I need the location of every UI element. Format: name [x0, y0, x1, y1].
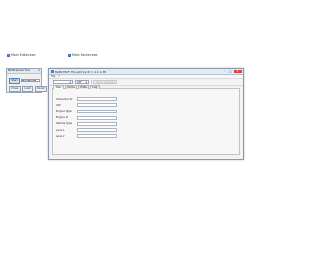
close-button[interactable]: Close	[9, 86, 21, 92]
menu-file[interactable]: File	[51, 75, 55, 78]
field-label: Character ID	[56, 97, 73, 101]
app-icon	[50, 70, 54, 73]
field-label: Engine Type	[56, 109, 72, 113]
lenz-1-field[interactable]	[77, 128, 117, 132]
chevron-down-icon: ▼	[85, 80, 87, 84]
tab-edits[interactable]: Edits	[77, 85, 90, 89]
field-label: UID	[56, 103, 61, 107]
menu-help[interactable]: ?	[58, 75, 59, 78]
about-button[interactable]: About	[34, 86, 47, 92]
edit-form: Character ID UID Engine Type Engine # Ve…	[56, 96, 117, 139]
tab-main[interactable]: Main	[53, 85, 65, 90]
progress-bar	[21, 79, 41, 83]
form-row: Lenz 2	[56, 133, 117, 139]
desktop-shortcut-editor[interactable]: Main Editor.exe	[7, 53, 35, 57]
minimize-icon[interactable]: –	[222, 70, 227, 74]
maximize-icon[interactable]: □	[228, 70, 233, 74]
field-label: Vehicle Type	[56, 122, 73, 126]
field-label: Lenz 2	[56, 134, 65, 138]
tab-panel: Main Items Edits Log Character ID UID En…	[52, 85, 240, 155]
app-shortcut-icon	[7, 53, 10, 57]
format-select[interactable]: GFF ▼	[75, 80, 89, 84]
main-edit-window: MAIN EDIT: File edit by ID = 1.1.1.38 – …	[48, 68, 244, 160]
vehicle-type-field[interactable]	[77, 121, 117, 126]
engine-number-field[interactable]	[77, 115, 117, 120]
start-button[interactable]: Start	[9, 78, 20, 84]
desktop-shortcut-server[interactable]: Main Server.exe	[68, 53, 97, 57]
apply-changes-button[interactable]: Apply changes	[93, 80, 118, 84]
field-label: Engine #	[56, 116, 68, 120]
chevron-down-icon: ▼	[69, 80, 71, 84]
lenz-2-field[interactable]	[77, 134, 117, 139]
tab-strip: Main Items Edits Log	[53, 85, 100, 90]
server-tool-titlebar[interactable]: MAIN Server Tool ✕	[7, 69, 41, 74]
uid-field[interactable]	[77, 103, 117, 108]
close-icon[interactable]: ✕	[38, 69, 40, 72]
format-select-value: GFF	[77, 80, 82, 84]
app-shortcut-icon	[68, 53, 71, 57]
progress-fill	[22, 80, 37, 82]
character-id-field[interactable]	[77, 97, 117, 101]
desktop-shortcut-label: Main Editor.exe	[11, 53, 36, 57]
window-title: MAIN EDIT: File edit by ID = 1.1.1.38	[55, 69, 106, 74]
close-icon[interactable]: ✕	[233, 69, 242, 74]
field-label: Lenz 1	[56, 128, 65, 132]
tab-log[interactable]: Log	[89, 85, 100, 89]
server-tool-window: MAIN Server Tool ✕ Start Close Load Abou…	[6, 68, 47, 93]
server-tool-title: MAIN Server Tool	[8, 69, 30, 73]
engine-type-field[interactable]	[77, 109, 117, 114]
tab-items[interactable]: Items	[64, 85, 78, 89]
desktop-shortcut-label: Main Server.exe	[72, 53, 98, 57]
record-select[interactable]: ▼	[53, 80, 73, 84]
load-button[interactable]: Load	[22, 86, 33, 92]
